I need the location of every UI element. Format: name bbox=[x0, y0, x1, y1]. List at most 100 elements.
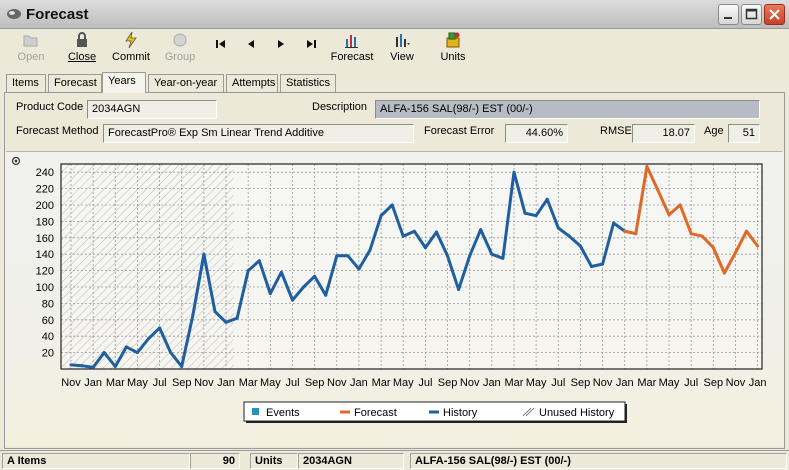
x-tick-label: Mar bbox=[372, 377, 391, 389]
tab-years[interactable]: Years bbox=[102, 72, 146, 93]
x-tick-label: Nov bbox=[194, 377, 214, 389]
y-tick-label: 140 bbox=[36, 249, 54, 261]
close-button[interactable]: Close bbox=[64, 31, 100, 63]
data-point-history bbox=[412, 229, 416, 233]
data-point-history bbox=[235, 316, 239, 320]
x-tick-label: Jul bbox=[684, 377, 698, 389]
data-point-history bbox=[180, 365, 184, 369]
data-point-history bbox=[268, 292, 272, 296]
toolbar: Open Close Commit Group Forecast View Un… bbox=[0, 29, 789, 71]
previous-button[interactable] bbox=[243, 39, 259, 52]
y-tick-label: 200 bbox=[36, 200, 54, 212]
data-point-history bbox=[202, 252, 206, 256]
last-button[interactable] bbox=[303, 39, 319, 52]
data-point-history bbox=[346, 254, 350, 258]
forecast-button[interactable]: Forecast bbox=[327, 31, 377, 63]
tab-year-on-year[interactable]: Year-on-year bbox=[148, 74, 224, 92]
forecast-method-field[interactable]: ForecastPro® Exp Sm Linear Trend Additiv… bbox=[103, 124, 414, 143]
x-tick-label: Jan bbox=[217, 377, 235, 389]
x-tick-label: Jul bbox=[551, 377, 565, 389]
chart-view-icon bbox=[396, 34, 410, 47]
data-point-history bbox=[335, 254, 339, 258]
units-button[interactable]: Units bbox=[436, 31, 470, 63]
x-tick-label: Sep bbox=[704, 377, 724, 389]
rmse-field[interactable]: 18.07 bbox=[632, 124, 695, 143]
status-items: A Items bbox=[2, 453, 190, 469]
product-code-field[interactable]: 2034AGN bbox=[87, 100, 217, 119]
y-tick-label: 80 bbox=[42, 298, 54, 310]
data-point-forecast bbox=[722, 271, 726, 275]
data-point-forecast bbox=[645, 164, 649, 168]
open-button[interactable]: Open bbox=[14, 31, 48, 63]
lock-icon bbox=[77, 32, 87, 47]
next-button[interactable] bbox=[273, 39, 289, 52]
x-tick-label: Jan bbox=[84, 377, 102, 389]
data-point-history bbox=[501, 256, 505, 260]
description-field[interactable]: ALFA-156 SAL(98/-) EST (00/-) bbox=[375, 100, 760, 119]
lightning-icon bbox=[125, 31, 137, 49]
y-tick-label: 40 bbox=[42, 331, 54, 343]
close-icon bbox=[769, 9, 780, 20]
x-tick-label: Nov bbox=[61, 377, 81, 389]
close-label: Close bbox=[67, 51, 97, 63]
x-tick-label: Jan bbox=[616, 377, 634, 389]
data-point-history bbox=[313, 274, 317, 278]
data-point-forecast bbox=[745, 229, 749, 233]
data-point-forecast bbox=[756, 244, 760, 248]
data-point-history bbox=[147, 337, 151, 341]
close-window-button[interactable] bbox=[764, 4, 785, 25]
data-point-history bbox=[113, 365, 117, 369]
data-point-history bbox=[279, 270, 283, 274]
data-point-history bbox=[545, 197, 549, 201]
open-label: Open bbox=[17, 51, 45, 63]
group-button[interactable]: Group bbox=[162, 31, 198, 63]
data-point-history bbox=[567, 234, 571, 238]
data-point-history bbox=[91, 365, 95, 369]
data-point-history bbox=[246, 269, 250, 273]
tab-items[interactable]: Items bbox=[6, 74, 46, 92]
x-tick-label: Nov bbox=[327, 377, 347, 389]
x-tick-label: Jan bbox=[350, 377, 368, 389]
x-tick-label: May bbox=[127, 377, 148, 389]
chart-options-icon-dot bbox=[14, 159, 18, 163]
commit-button[interactable]: Commit bbox=[112, 31, 150, 63]
x-tick-label: Jan bbox=[749, 377, 767, 389]
first-button[interactable] bbox=[213, 39, 229, 52]
x-tick-label: Nov bbox=[593, 377, 613, 389]
product-code-label: Product Code bbox=[16, 101, 84, 113]
x-tick-label: Mar bbox=[106, 377, 125, 389]
data-point-history bbox=[601, 262, 605, 266]
forecast-error-field[interactable]: 44.60% bbox=[505, 124, 568, 143]
x-tick-label: Mar bbox=[637, 377, 656, 389]
minimize-button[interactable] bbox=[718, 4, 739, 25]
data-point-forecast bbox=[700, 234, 704, 238]
x-tick-label: May bbox=[393, 377, 414, 389]
forecast-chart: 20406080100120140160180200220240Nov Jan Ma… bbox=[11, 156, 767, 423]
y-tick-label: 20 bbox=[42, 348, 54, 360]
status-code: 2034AGN bbox=[298, 453, 404, 469]
x-tick-label: Sep bbox=[305, 377, 325, 389]
age-field[interactable]: 51 bbox=[728, 124, 760, 143]
data-point-history bbox=[324, 293, 328, 297]
tab-attempts[interactable]: Attempts bbox=[226, 74, 278, 92]
y-tick-label: 220 bbox=[36, 184, 54, 196]
x-tick-label: Jul bbox=[418, 377, 432, 389]
status-count: 90 bbox=[190, 453, 240, 469]
x-tick-label: Jul bbox=[285, 377, 299, 389]
maximize-button[interactable] bbox=[741, 4, 762, 25]
next-icon bbox=[278, 40, 284, 48]
data-point-history bbox=[102, 351, 106, 355]
y-tick-label: 120 bbox=[36, 266, 54, 278]
data-point-history bbox=[612, 221, 616, 225]
view-button[interactable]: View bbox=[385, 31, 419, 63]
chart-area: 20 40 60 80 100 120 140 160 180 200 220 240 Nov Jan Ma… bbox=[5, 152, 784, 446]
tab-statistics[interactable]: Statistics bbox=[280, 74, 336, 92]
x-tick-label: Sep bbox=[172, 377, 192, 389]
data-point-history bbox=[578, 244, 582, 248]
y-tick-label: 160 bbox=[36, 233, 54, 245]
data-point-history bbox=[368, 248, 372, 252]
data-point-history bbox=[135, 351, 139, 355]
data-point-history bbox=[69, 363, 73, 367]
x-tick-label: Jul bbox=[153, 377, 167, 389]
tab-forecast[interactable]: Forecast bbox=[48, 74, 102, 92]
